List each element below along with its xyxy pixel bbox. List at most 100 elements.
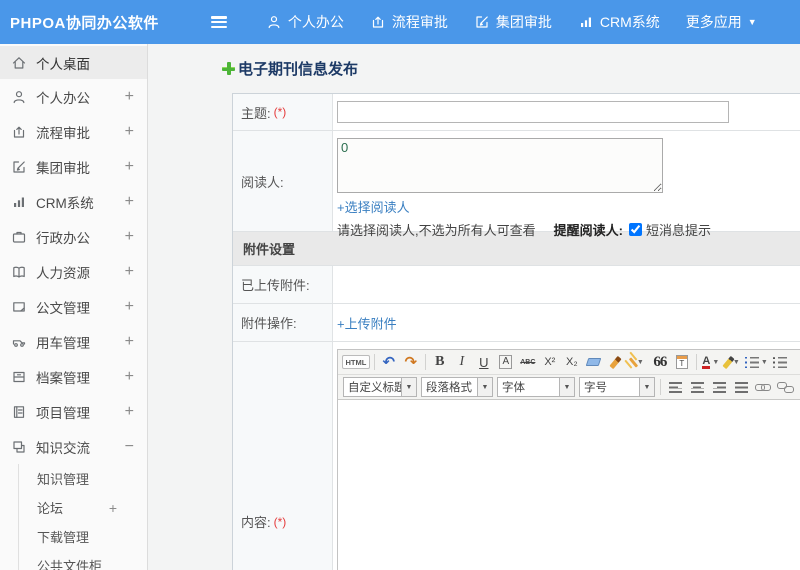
sidebar-item-project-mgmt[interactable]: 项目管理 + bbox=[0, 394, 147, 429]
top-nav: 个人办公 流程审批 集团审批 CRM系统 更多应用 ▼ bbox=[253, 12, 770, 32]
expand-icon[interactable]: + bbox=[109, 500, 117, 516]
sidebar: 个人桌面 个人办公 + 流程审批 + 集团审批 + CRM系统 + 行政办公 + 人力资源 + 公文管理 +… bbox=[0, 44, 148, 570]
italic-icon[interactable]: I bbox=[452, 352, 472, 372]
undo-icon[interactable]: ↶ bbox=[379, 352, 399, 372]
toolbar-separator bbox=[424, 354, 426, 370]
sidebar-item-label: 论坛 bbox=[37, 501, 64, 516]
expand-icon[interactable]: + bbox=[125, 263, 134, 281]
subscript-icon[interactable]: X₂ bbox=[562, 352, 582, 372]
nav-item-more-apps[interactable]: 更多应用 ▼ bbox=[686, 12, 757, 32]
format-brush-icon[interactable] bbox=[606, 352, 626, 372]
collapse-icon[interactable]: − bbox=[125, 438, 134, 456]
chevron-down-icon[interactable]: ▼ bbox=[639, 378, 654, 396]
sidebar-item-knowledge-mgmt[interactable]: 知识管理 bbox=[18, 464, 147, 493]
sidebar-item-personal-desktop[interactable]: 个人桌面 bbox=[0, 46, 147, 79]
source-code-button[interactable]: HTML bbox=[342, 352, 370, 372]
chevron-down-icon[interactable]: ▼ bbox=[401, 378, 416, 396]
sidebar-item-admin-office[interactable]: 行政办公 + bbox=[0, 219, 147, 254]
readers-textarea[interactable]: 0 bbox=[337, 138, 663, 193]
sidebar-item-forum[interactable]: 论坛 + bbox=[18, 493, 147, 522]
expand-icon[interactable]: + bbox=[125, 368, 134, 386]
top-header: PHPOA协同办公软件 个人办公 流程审批 集团审批 CRM系统 更多应用 ▼ bbox=[0, 0, 800, 44]
nav-item-workflow-approval[interactable]: 流程审批 bbox=[370, 12, 448, 32]
sidebar-item-human-resources[interactable]: 人力资源 + bbox=[0, 254, 147, 289]
sidebar-item-knowledge-exchange[interactable]: 知识交流 − bbox=[0, 429, 147, 464]
underline-icon[interactable]: U bbox=[474, 352, 494, 372]
unordered-list-icon[interactable] bbox=[770, 352, 790, 372]
expand-icon[interactable]: + bbox=[125, 88, 134, 106]
paragraph-select[interactable]: 段落格式 ▼ bbox=[421, 377, 493, 397]
heading-select[interactable]: 自定义标题 ▼ bbox=[343, 377, 417, 397]
document-icon bbox=[11, 299, 27, 315]
editor-toolbar-row2: 自定义标题 ▼ 段落格式 ▼ 字体 ▼ 字号 ▼ bbox=[338, 375, 800, 400]
sidebar-item-label: 集团审批 bbox=[36, 160, 90, 176]
expand-icon[interactable]: + bbox=[125, 403, 134, 421]
app-logo: PHPOA协同办公软件 bbox=[10, 14, 159, 32]
sidebar-item-label: 档案管理 bbox=[36, 370, 90, 386]
content-label: 内容: (*) bbox=[233, 342, 333, 570]
nav-item-crm-system[interactable]: CRM系统 bbox=[578, 12, 660, 32]
link-icon[interactable] bbox=[753, 377, 773, 397]
sidebar-item-personal-office[interactable]: 个人办公 + bbox=[0, 79, 147, 114]
sms-checkbox[interactable] bbox=[628, 223, 642, 236]
superscript-icon[interactable]: X² bbox=[540, 352, 560, 372]
sidebar-item-public-file-cabinet[interactable]: 公共文件柜 bbox=[18, 551, 147, 570]
nav-item-group-approval[interactable]: 集团审批 bbox=[474, 12, 552, 32]
expand-icon[interactable]: + bbox=[125, 193, 134, 211]
font-name-icon[interactable]: A bbox=[496, 352, 516, 372]
bold-icon[interactable]: B bbox=[430, 352, 450, 372]
nav-item-personal-office[interactable]: 个人办公 bbox=[266, 12, 344, 32]
chart-icon bbox=[11, 194, 27, 210]
page-title: 电子期刊信息发布 bbox=[222, 58, 358, 79]
menu-toggle-icon[interactable] bbox=[210, 16, 227, 28]
sidebar-item-label: 知识交流 bbox=[36, 440, 90, 456]
redo-icon[interactable]: ↷ bbox=[401, 352, 421, 372]
toolbar-separator bbox=[695, 354, 697, 370]
paste-text-icon[interactable] bbox=[672, 352, 692, 372]
sidebar-item-group-approval[interactable]: 集团审批 + bbox=[0, 149, 147, 184]
font-family-select[interactable]: 字体 ▼ bbox=[497, 377, 575, 397]
uploaded-attachments-value bbox=[333, 266, 800, 303]
expand-icon[interactable]: + bbox=[125, 228, 134, 246]
sidebar-item-label: 流程审批 bbox=[36, 125, 90, 141]
unlink-icon[interactable] bbox=[775, 377, 795, 397]
sidebar-item-label: 公共文件柜 bbox=[37, 559, 103, 570]
sidebar-item-workflow-approval[interactable]: 流程审批 + bbox=[0, 114, 147, 149]
upload-attachment-link[interactable]: +上传附件 bbox=[337, 313, 397, 332]
expand-icon[interactable]: + bbox=[125, 158, 134, 176]
sidebar-item-archive-mgmt[interactable]: 档案管理 + bbox=[0, 359, 147, 394]
ordered-list-icon[interactable]: ▼ bbox=[744, 352, 768, 372]
expand-icon[interactable]: + bbox=[125, 333, 134, 351]
expand-icon[interactable]: + bbox=[125, 298, 134, 316]
chat-icon bbox=[11, 439, 27, 455]
chevron-down-icon[interactable]: ▼ bbox=[477, 378, 492, 396]
edit-icon bbox=[474, 14, 490, 30]
highlight-icon[interactable]: ▼ bbox=[722, 352, 743, 372]
chevron-down-icon[interactable]: ▼ bbox=[559, 378, 574, 396]
sidebar-item-download-mgmt[interactable]: 下载管理 bbox=[18, 522, 147, 551]
font-color-icon[interactable]: A ▼ bbox=[701, 352, 721, 372]
font-size-select[interactable]: 字号 ▼ bbox=[579, 377, 655, 397]
sidebar-item-document-mgmt[interactable]: 公文管理 + bbox=[0, 289, 147, 324]
flow-icon bbox=[11, 124, 27, 140]
autoformat-icon[interactable]: ▼ bbox=[628, 352, 648, 372]
select-readers-link[interactable]: +选择阅读人 bbox=[337, 200, 410, 215]
blockquote-icon[interactable]: 66 bbox=[650, 352, 670, 372]
eraser-icon[interactable] bbox=[584, 352, 604, 372]
sidebar-item-label: 个人办公 bbox=[36, 90, 90, 106]
publish-form: 主题: (*) 阅读人: 0 +选择阅读人 请选择阅读人,不选为所有人可查看 提… bbox=[232, 93, 800, 570]
sidebar-item-vehicle-mgmt[interactable]: 用车管理 + bbox=[0, 324, 147, 359]
sms-label: 短消息提示 bbox=[645, 223, 711, 238]
sidebar-item-label: 知识管理 bbox=[37, 472, 90, 487]
editor-canvas[interactable] bbox=[338, 401, 800, 570]
strikethrough-icon[interactable]: ABC bbox=[518, 352, 538, 372]
align-justify-icon[interactable] bbox=[731, 377, 751, 397]
align-right-icon[interactable] bbox=[709, 377, 729, 397]
subject-input[interactable] bbox=[337, 101, 729, 123]
nav-item-label: CRM系统 bbox=[599, 14, 660, 30]
align-left-icon[interactable] bbox=[665, 377, 685, 397]
expand-icon[interactable]: + bbox=[125, 123, 134, 141]
nav-item-label: 更多应用 bbox=[685, 14, 742, 30]
align-center-icon[interactable] bbox=[687, 377, 707, 397]
sidebar-item-crm-system[interactable]: CRM系统 + bbox=[0, 184, 147, 219]
